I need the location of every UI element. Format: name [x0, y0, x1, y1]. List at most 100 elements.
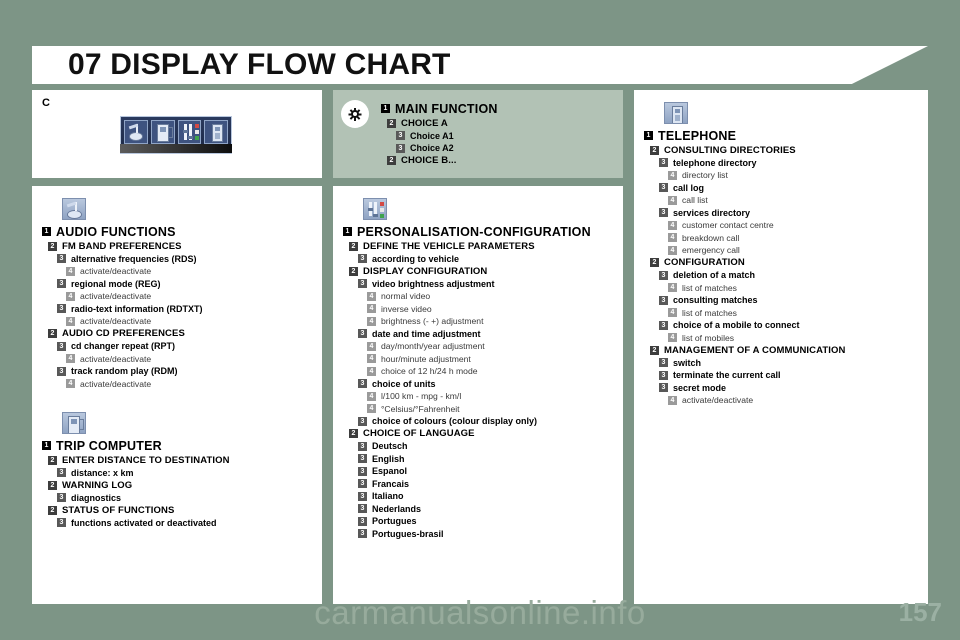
- tree-item-label: CONFIGURATION: [664, 257, 745, 269]
- tree-item-level-4: 4 list of matches: [642, 282, 922, 295]
- tree-item-label: Portugues-brasil: [372, 528, 444, 539]
- tree-item-label: call log: [673, 182, 705, 193]
- level-marker-3: 3: [358, 379, 367, 389]
- personalisation-tree: 1 PERSONALISATION-CONFIGURATION 2 DEFINE TH…: [333, 223, 623, 540]
- level-marker-4: 4: [668, 333, 677, 343]
- trip-computer-icon: [150, 120, 175, 144]
- level-marker-4: 4: [367, 354, 376, 364]
- page-title: 07 DISPLAY FLOW CHART: [68, 48, 451, 81]
- section-letter: C: [42, 97, 50, 109]
- tree-item-level-4: 4 activate/deactivate: [40, 378, 316, 391]
- main-function-panel: 1 MAIN FUNCTION 2 CHOICE A 3 Choice A1 3 Choice…: [333, 90, 623, 178]
- tree-item-label: telephone directory: [673, 157, 757, 168]
- tree-item-label: Nederlands: [372, 503, 422, 514]
- tree-item-level-3: 3 according to vehicle: [341, 253, 617, 266]
- level-marker-3: 3: [358, 466, 367, 476]
- level-marker-3: 3: [659, 270, 668, 280]
- brightness-sun-icon: [341, 100, 369, 128]
- tree-item-label: hour/minute adjustment: [381, 353, 471, 364]
- tree-item-label: activate/deactivate: [80, 378, 152, 389]
- tree-item-level-4: 4 normal video: [341, 290, 617, 303]
- tree-item-label: choice of colours (colour display only): [372, 416, 538, 427]
- tree-item-label: AUDIO FUNCTIONS: [56, 224, 176, 239]
- tree-item-label: MAIN FUNCTION: [395, 101, 498, 116]
- main-function-tree: 1 MAIN FUNCTION 2 CHOICE A 3 Choice A1 3 Choice…: [369, 100, 623, 167]
- level-marker-2: 2: [349, 241, 358, 251]
- tree-item-level-4: 4 brightness (- +) adjustment: [341, 315, 617, 328]
- audio-tree: 1 AUDIO FUNCTIONS 2 FM BAND PREFERENCES 3 alt…: [32, 223, 322, 390]
- tree-item-label: TELEPHONE: [658, 128, 737, 143]
- tree-item-label: breakdown call: [682, 232, 740, 243]
- tree-item-label: switch: [673, 357, 702, 368]
- tree-item-level-4: 4 activate/deactivate: [40, 290, 316, 303]
- tree-item-label: TRIP COMPUTER: [56, 438, 162, 453]
- tree-item-label: Espanol: [372, 466, 408, 477]
- tree-item-level-3: 3 date and time adjustment: [341, 328, 617, 341]
- level-marker-3: 3: [659, 358, 668, 368]
- tree-item-label: diagnostics: [71, 492, 122, 503]
- tree-item-label: activate/deactivate: [80, 266, 152, 277]
- tree-item-level-3: 3 English: [341, 453, 617, 466]
- tree-item-label: regional mode (REG): [71, 278, 161, 289]
- telephone-icon: [664, 102, 688, 124]
- audio-icon: [124, 120, 148, 144]
- tree-item-level-3: 3 Espanol: [341, 465, 617, 478]
- level-marker-3: 3: [358, 329, 367, 339]
- level-marker-3: 3: [57, 493, 66, 503]
- level-marker-4: 4: [668, 283, 677, 293]
- tree-item-level-4: 4 l/100 km - mpg - km/l: [341, 390, 617, 403]
- tree-item-level-3: 3 choice of a mobile to connect: [642, 319, 922, 332]
- level-marker-3: 3: [659, 208, 668, 218]
- tree-item-level-3: 3 switch: [642, 357, 922, 370]
- tree-item-level-3: 3 telephone directory: [642, 157, 922, 170]
- level-marker-4: 4: [668, 395, 677, 405]
- tree-item-level-3: 3 video brightness adjustment: [341, 278, 617, 291]
- tree-item-label: according to vehicle: [372, 253, 460, 264]
- tree-item-level-3: 3 choice of units: [341, 378, 617, 391]
- tree-item-label: Choice A1: [410, 130, 454, 141]
- tree-item-level-4: 4 activate/deactivate: [40, 353, 316, 366]
- level-marker-3: 3: [659, 158, 668, 168]
- tree-item-level-2: 2 AUDIO CD PREFERENCES: [40, 328, 316, 341]
- tree-item-level-4: 4 activate/deactivate: [642, 394, 922, 407]
- tree-item-label: video brightness adjustment: [372, 278, 495, 289]
- tree-item-level-1: 1 PERSONALISATION-CONFIGURATION: [341, 223, 617, 240]
- tree-item-level-4: 4 list of matches: [642, 307, 922, 320]
- level-marker-3: 3: [358, 441, 367, 451]
- tree-item-label: DEFINE THE VEHICLE PARAMETERS: [363, 240, 535, 252]
- level-marker-2: 2: [387, 156, 396, 166]
- tree-item-level-2: 2 FM BAND PREFERENCES: [40, 240, 316, 253]
- personalisation-panel: 1 PERSONALISATION-CONFIGURATION 2 DEFINE TH…: [333, 186, 623, 604]
- tree-item-level-3: 3 Portugues: [341, 515, 617, 528]
- tree-item-level-3: 3 Deutsch: [341, 440, 617, 453]
- level-marker-3: 3: [57, 366, 66, 376]
- tree-item-label: activate/deactivate: [80, 291, 152, 302]
- level-marker-2: 2: [48, 505, 57, 515]
- tree-item-label: list of mobiles: [682, 332, 735, 343]
- tree-item-label: activate/deactivate: [80, 316, 152, 327]
- level-marker-4: 4: [66, 316, 75, 326]
- tree-item-label: services directory: [673, 207, 751, 218]
- level-marker-3: 3: [659, 320, 668, 330]
- tree-item-label: track random play (RDM): [71, 366, 178, 377]
- tree-item-label: secret mode: [673, 382, 727, 393]
- level-marker-3: 3: [659, 295, 668, 305]
- tree-item-level-3: 3 diagnostics: [40, 492, 316, 505]
- tree-item-level-3: 3 terminate the current call: [642, 369, 922, 382]
- tree-item-label: functions activated or deactivated: [71, 517, 217, 528]
- level-marker-4: 4: [367, 316, 376, 326]
- level-marker-4: 4: [668, 245, 677, 255]
- level-marker-2: 2: [48, 480, 57, 490]
- tree-item-level-2: 2 MANAGEMENT OF A COMMUNICATION: [642, 344, 922, 357]
- tree-item-level-4: 4 inverse video: [341, 303, 617, 316]
- tree-item-level-4: 4 breakdown call: [642, 232, 922, 245]
- level-marker-4: 4: [66, 379, 75, 389]
- tree-item-level-3: 3 distance: x km: [40, 467, 316, 480]
- tree-item-label: terminate the current call: [673, 370, 781, 381]
- level-marker-4: 4: [66, 291, 75, 301]
- level-marker-4: 4: [367, 291, 376, 301]
- tree-item-level-3: 3 services directory: [642, 207, 922, 220]
- tree-item-level-4: 4 °Celsius/°Fahrenheit: [341, 403, 617, 416]
- tree-item-label: °Celsius/°Fahrenheit: [381, 403, 460, 414]
- level-marker-3: 3: [57, 304, 66, 314]
